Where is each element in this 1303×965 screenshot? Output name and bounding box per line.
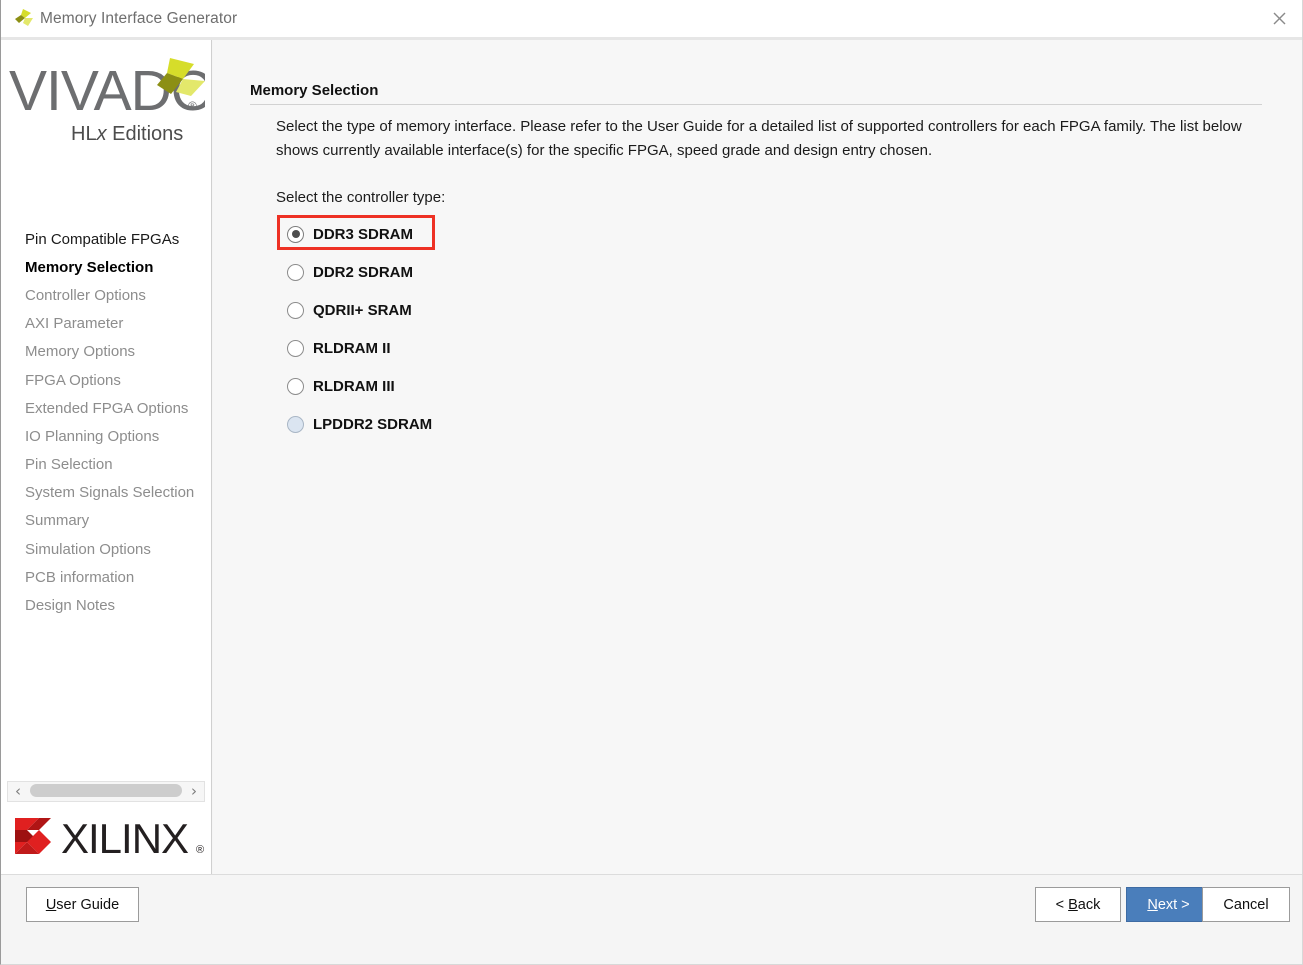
page-title-divider: [250, 104, 1262, 105]
user-guide-button[interactable]: User Guide: [26, 887, 139, 922]
sidebar-item-controller-options: Controller Options: [25, 286, 146, 304]
svg-text:®: ®: [196, 844, 204, 856]
next-button[interactable]: Next >: [1126, 887, 1211, 922]
wizard-sidebar: VIVADO ® HLx Editions Pin Compatible FPG…: [1, 40, 212, 874]
radio-indicator-rldram-iii[interactable]: [287, 377, 304, 395]
sidebar-item-pin-selection: Pin Selection: [25, 456, 113, 474]
sidebar-item-memory-selection[interactable]: Memory Selection: [1, 253, 211, 281]
main-content-panel: Memory Selection Select the type of memo…: [213, 40, 1302, 874]
radio-indicator-qdrii-plus-sram[interactable]: [287, 301, 304, 319]
svg-text:®: ®: [188, 99, 197, 113]
wizard-footer: User Guide < Back Next > Cancel: [1, 874, 1302, 964]
user-guide-label: ser Guide: [56, 896, 120, 913]
sidebar-item-memory-options: Memory Options: [25, 343, 136, 361]
xilinx-logo: XILINX ®: [9, 810, 209, 866]
cancel-button[interactable]: Cancel: [1202, 887, 1290, 922]
radio-label-rldram-ii: RLDRAM II: [313, 339, 391, 357]
vivado-wordmark-logo: VIVADO ® HLx Editions: [5, 52, 211, 145]
radio-label-rldram-iii: RLDRAM III: [313, 377, 395, 395]
close-icon[interactable]: [1256, 0, 1302, 37]
radio-label-qdrii-plus-sram: QDRII+ SRAM: [313, 301, 412, 319]
controller-type-label: Select the controller type:: [276, 189, 446, 206]
radio-indicator-ddr2-sdram[interactable]: [287, 263, 304, 281]
radio-indicator-rldram-ii[interactable]: [287, 339, 304, 357]
svg-text:XILINX: XILINX: [61, 815, 189, 862]
scroll-right-arrow-icon[interactable]: ›: [184, 784, 204, 799]
radio-label-lpddr2-sdram: LPDDR2 SDRAM: [313, 415, 433, 433]
next-label: ext >: [1157, 896, 1190, 913]
radio-label-ddr2-sdram: DDR2 SDRAM: [313, 263, 414, 281]
next-mnemonic: N: [1147, 896, 1158, 913]
sidebar-item-io-planning-options: IO Planning Options: [25, 427, 160, 445]
sidebar-item-system-signals-selection: System Signals Selection: [25, 484, 195, 502]
back-prefix: <: [1055, 896, 1069, 913]
back-button[interactable]: < Back: [1035, 887, 1121, 922]
svg-text:HLx Editions: HLx Editions: [71, 123, 183, 144]
radio-option-rldram-ii[interactable]: RLDRAM II: [277, 329, 432, 367]
back-mnemonic: B: [1068, 896, 1078, 913]
sidebar-item-summary: Summary: [25, 512, 90, 530]
vivado-logo-icon: [10, 6, 36, 32]
radio-option-qdrii-plus-sram[interactable]: QDRII+ SRAM: [277, 291, 432, 329]
radio-indicator-ddr3-sdram[interactable]: [287, 225, 304, 243]
radio-label-ddr3-sdram: DDR3 SDRAM: [313, 225, 414, 243]
radio-option-rldram-iii[interactable]: RLDRAM III: [277, 367, 432, 405]
sidebar-item-pin-compatible-fpgas[interactable]: Pin Compatible FPGAs: [1, 225, 211, 253]
page-title: Memory Selection: [250, 82, 379, 99]
sidebar-item-axi-parameter: AXI Parameter: [25, 315, 124, 333]
wizard-nav-list: Pin Compatible FPGAs Memory Selection Co…: [1, 225, 211, 620]
sidebar-item-design-notes: Design Notes: [25, 597, 116, 615]
sidebar-item-pcb-information: PCB information: [25, 568, 135, 586]
radio-option-ddr3-sdram[interactable]: DDR3 SDRAM: [277, 215, 435, 253]
sidebar-item-simulation-options: Simulation Options: [25, 540, 151, 558]
title-bar: Memory Interface Generator: [1, 0, 1302, 37]
back-label: ack: [1077, 896, 1101, 913]
scrollbar-track[interactable]: [28, 781, 184, 802]
scroll-left-arrow-icon[interactable]: ‹: [8, 784, 28, 799]
sidebar-item-fpga-options: FPGA Options: [25, 371, 121, 389]
window-title: Memory Interface Generator: [40, 9, 238, 27]
sidebar-horizontal-scrollbar[interactable]: ‹ ›: [7, 781, 205, 802]
mig-wizard-window: Memory Interface Generator VIVADO ® HLx …: [0, 0, 1303, 965]
radio-indicator-lpddr2-sdram[interactable]: [287, 415, 304, 433]
page-description: Select the type of memory interface. Ple…: [276, 118, 1242, 159]
controller-type-radio-group: DDR3 SDRAM DDR2 SDRAM QDRII+ SRAM RLDRAM…: [277, 215, 435, 443]
radio-option-lpddr2-sdram[interactable]: LPDDR2 SDRAM: [277, 405, 432, 443]
scrollbar-thumb[interactable]: [30, 784, 182, 797]
sidebar-item-extended-fpga-options: Extended FPGA Options: [25, 399, 189, 417]
user-guide-mnemonic: U: [45, 896, 57, 913]
radio-option-ddr2-sdram[interactable]: DDR2 SDRAM: [277, 253, 432, 291]
